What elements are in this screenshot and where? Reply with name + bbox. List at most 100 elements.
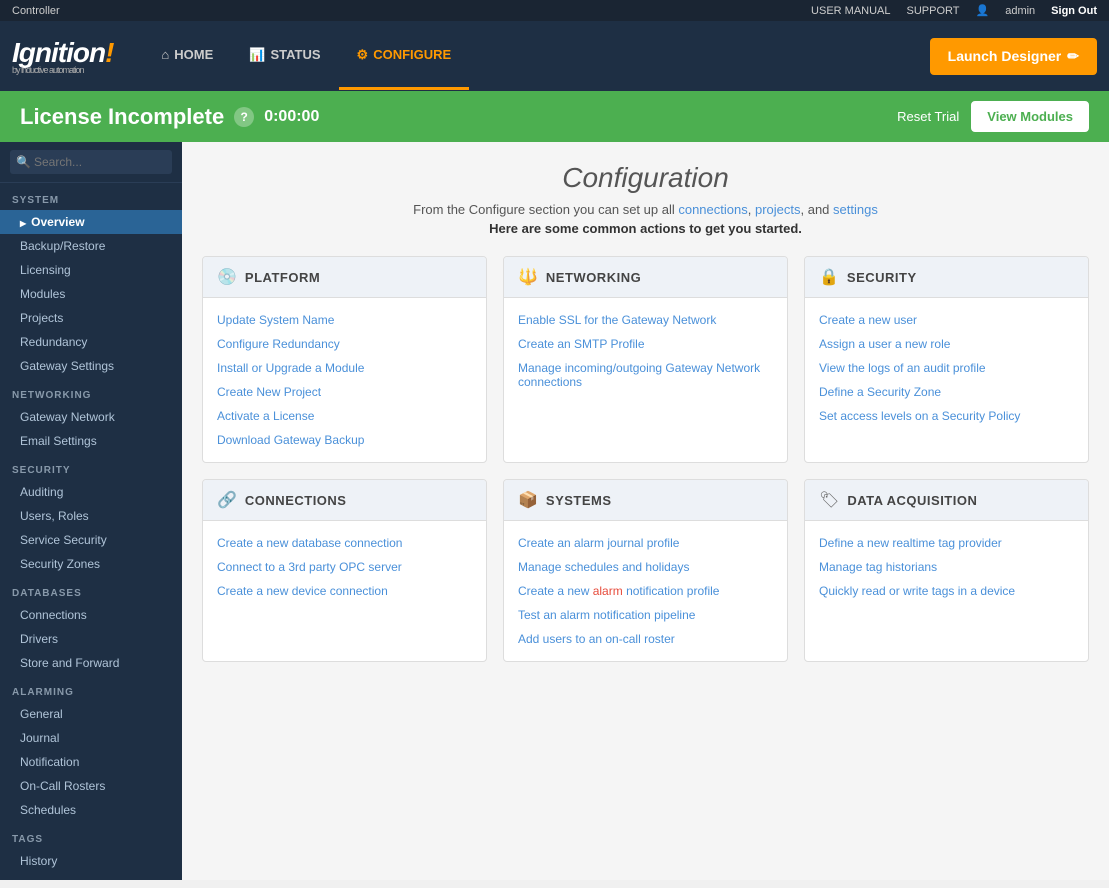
- sidebar-item-projects[interactable]: Projects: [0, 306, 182, 330]
- sidebar-item-store-forward[interactable]: Store and Forward: [0, 651, 182, 675]
- license-timer: 0:00:00: [264, 108, 319, 126]
- security-link-audit[interactable]: View the logs of an audit profile: [819, 356, 1074, 380]
- security-link-assign-role[interactable]: Assign a user a new role: [819, 332, 1074, 356]
- sidebar-item-auditing[interactable]: Auditing: [0, 480, 182, 504]
- card-platform-header: 💿 PLATFORM: [203, 257, 486, 298]
- sidebar-item-schedules[interactable]: Schedules: [0, 798, 182, 822]
- main-layout: 🔍 SYSTEM Overview Backup/Restore Licensi…: [0, 142, 1109, 880]
- support-link[interactable]: SUPPORT: [907, 5, 960, 17]
- security-link-new-user[interactable]: Create a new user: [819, 308, 1074, 332]
- card-connections-header: 🔗 CONNECTIONS: [203, 480, 486, 521]
- security-title: SECURITY: [847, 270, 917, 285]
- sidebar-item-gateway-settings[interactable]: Gateway Settings: [0, 354, 182, 378]
- platform-title: PLATFORM: [245, 270, 320, 285]
- view-modules-button[interactable]: View Modules: [971, 101, 1089, 132]
- sidebar-item-overview[interactable]: Overview: [0, 210, 182, 234]
- platform-icon: 💿: [217, 267, 237, 287]
- connections-link-opc[interactable]: Connect to a 3rd party OPC server: [217, 555, 472, 579]
- data-acquisition-title: DATA ACQUISITION: [847, 493, 977, 508]
- sidebar-item-connections[interactable]: Connections: [0, 603, 182, 627]
- connections-link-device[interactable]: Create a new device connection: [217, 579, 472, 603]
- nav-configure[interactable]: ⚙ CONFIGURE: [339, 23, 470, 90]
- systems-link-on-call[interactable]: Add users to an on-call roster: [518, 627, 773, 651]
- card-data-acquisition-header: 🏷 DATA ACQUISITION: [805, 480, 1088, 521]
- sidebar-section-networking: NETWORKING: [0, 378, 182, 405]
- sidebar-item-service-security[interactable]: Service Security: [0, 528, 182, 552]
- search-input[interactable]: [10, 150, 172, 174]
- user-icon: 👤: [976, 4, 990, 17]
- security-link-define-zone[interactable]: Define a Security Zone: [819, 380, 1074, 404]
- connections-link-db[interactable]: Create a new database connection: [217, 531, 472, 555]
- sidebar-item-history[interactable]: History: [0, 849, 182, 873]
- sidebar-item-users-roles[interactable]: Users, Roles: [0, 504, 182, 528]
- config-note: Here are some common actions to get you …: [202, 221, 1089, 236]
- platform-link-activate-license[interactable]: Activate a License: [217, 404, 472, 428]
- systems-link-pipeline[interactable]: Test an alarm notification pipeline: [518, 603, 773, 627]
- systems-link-notification[interactable]: Create a new alarm notification profile: [518, 579, 773, 603]
- logo: Ignition! by inductive automation: [12, 37, 113, 75]
- platform-link-create-project[interactable]: Create New Project: [217, 380, 472, 404]
- card-security: 🔒 SECURITY Create a new user Assign a us…: [804, 256, 1089, 463]
- platform-link-download-backup[interactable]: Download Gateway Backup: [217, 428, 472, 452]
- sidebar-item-drivers[interactable]: Drivers: [0, 627, 182, 651]
- card-systems-body: Create an alarm journal profile Manage s…: [504, 521, 787, 661]
- networking-link-ssl[interactable]: Enable SSL for the Gateway Network: [518, 308, 773, 332]
- sidebar-item-on-call-rosters[interactable]: On-Call Rosters: [0, 774, 182, 798]
- license-right: Reset Trial View Modules: [897, 101, 1089, 132]
- sidebar-item-licensing[interactable]: Licensing: [0, 258, 182, 282]
- user-manual-link[interactable]: USER MANUAL: [811, 5, 890, 17]
- sidebar: 🔍 SYSTEM Overview Backup/Restore Licensi…: [0, 142, 182, 880]
- card-systems: 📦 SYSTEMS Create an alarm journal profil…: [503, 479, 788, 662]
- sidebar-item-realtime[interactable]: Realtime: [0, 873, 182, 880]
- sidebar-section-alarming: ALARMING: [0, 675, 182, 702]
- sidebar-item-redundancy[interactable]: Redundancy: [0, 330, 182, 354]
- card-connections: 🔗 CONNECTIONS Create a new database conn…: [202, 479, 487, 662]
- license-bar: License Incomplete ? 0:00:00 Reset Trial…: [0, 91, 1109, 142]
- nav-home[interactable]: ⌂ HOME: [143, 23, 231, 89]
- launch-designer-button[interactable]: Launch Designer ✏: [930, 38, 1097, 75]
- card-networking-body: Enable SSL for the Gateway Network Creat…: [504, 298, 787, 404]
- sidebar-section-system: SYSTEM: [0, 183, 182, 210]
- top-bar-right: USER MANUAL SUPPORT 👤 admin Sign Out: [811, 4, 1097, 17]
- sidebar-item-general[interactable]: General: [0, 702, 182, 726]
- systems-title: SYSTEMS: [546, 493, 612, 508]
- sidebar-item-backup[interactable]: Backup/Restore: [0, 234, 182, 258]
- sidebar-item-journal[interactable]: Journal: [0, 726, 182, 750]
- sidebar-section-security: SECURITY: [0, 453, 182, 480]
- license-help-icon[interactable]: ?: [234, 107, 254, 127]
- nav-status[interactable]: 📊 STATUS: [231, 23, 338, 90]
- platform-link-install-module[interactable]: Install or Upgrade a Module: [217, 356, 472, 380]
- sidebar-item-email-settings[interactable]: Email Settings: [0, 429, 182, 453]
- top-bar: Controller USER MANUAL SUPPORT 👤 admin S…: [0, 0, 1109, 21]
- license-left: License Incomplete ? 0:00:00: [20, 104, 319, 130]
- app-name: Controller: [12, 5, 60, 17]
- sidebar-item-security-zones[interactable]: Security Zones: [0, 552, 182, 576]
- header-right: Launch Designer ✏: [930, 38, 1097, 75]
- config-subtitle: From the Configure section you can set u…: [202, 202, 1089, 217]
- sidebar-item-gateway-network[interactable]: Gateway Network: [0, 405, 182, 429]
- sidebar-section-databases: DATABASES: [0, 576, 182, 603]
- data-acquisition-link-historians[interactable]: Manage tag historians: [819, 555, 1074, 579]
- platform-link-update-system[interactable]: Update System Name: [217, 308, 472, 332]
- card-security-header: 🔒 SECURITY: [805, 257, 1088, 298]
- data-acquisition-icon: 🏷: [819, 490, 839, 510]
- platform-link-configure-redundancy[interactable]: Configure Redundancy: [217, 332, 472, 356]
- username: admin: [1005, 5, 1035, 17]
- card-networking: 🔱 NETWORKING Enable SSL for the Gateway …: [503, 256, 788, 463]
- security-link-access-levels[interactable]: Set access levels on a Security Policy: [819, 404, 1074, 428]
- networking-link-smtp[interactable]: Create an SMTP Profile: [518, 332, 773, 356]
- networking-link-manage[interactable]: Manage incoming/outgoing Gateway Network…: [518, 356, 773, 394]
- cards-grid: 💿 PLATFORM Update System Name Configure …: [202, 256, 1089, 662]
- reset-trial-link[interactable]: Reset Trial: [897, 109, 959, 124]
- card-platform-body: Update System Name Configure Redundancy …: [203, 298, 486, 462]
- systems-link-schedules[interactable]: Manage schedules and holidays: [518, 555, 773, 579]
- systems-link-journal[interactable]: Create an alarm journal profile: [518, 531, 773, 555]
- card-platform: 💿 PLATFORM Update System Name Configure …: [202, 256, 487, 463]
- card-data-acquisition-body: Define a new realtime tag provider Manag…: [805, 521, 1088, 613]
- data-acquisition-link-tag-provider[interactable]: Define a new realtime tag provider: [819, 531, 1074, 555]
- sidebar-item-modules[interactable]: Modules: [0, 282, 182, 306]
- sidebar-item-notification[interactable]: Notification: [0, 750, 182, 774]
- networking-title: NETWORKING: [546, 270, 641, 285]
- data-acquisition-link-read-write[interactable]: Quickly read or write tags in a device: [819, 579, 1074, 603]
- signout-link[interactable]: Sign Out: [1051, 5, 1097, 17]
